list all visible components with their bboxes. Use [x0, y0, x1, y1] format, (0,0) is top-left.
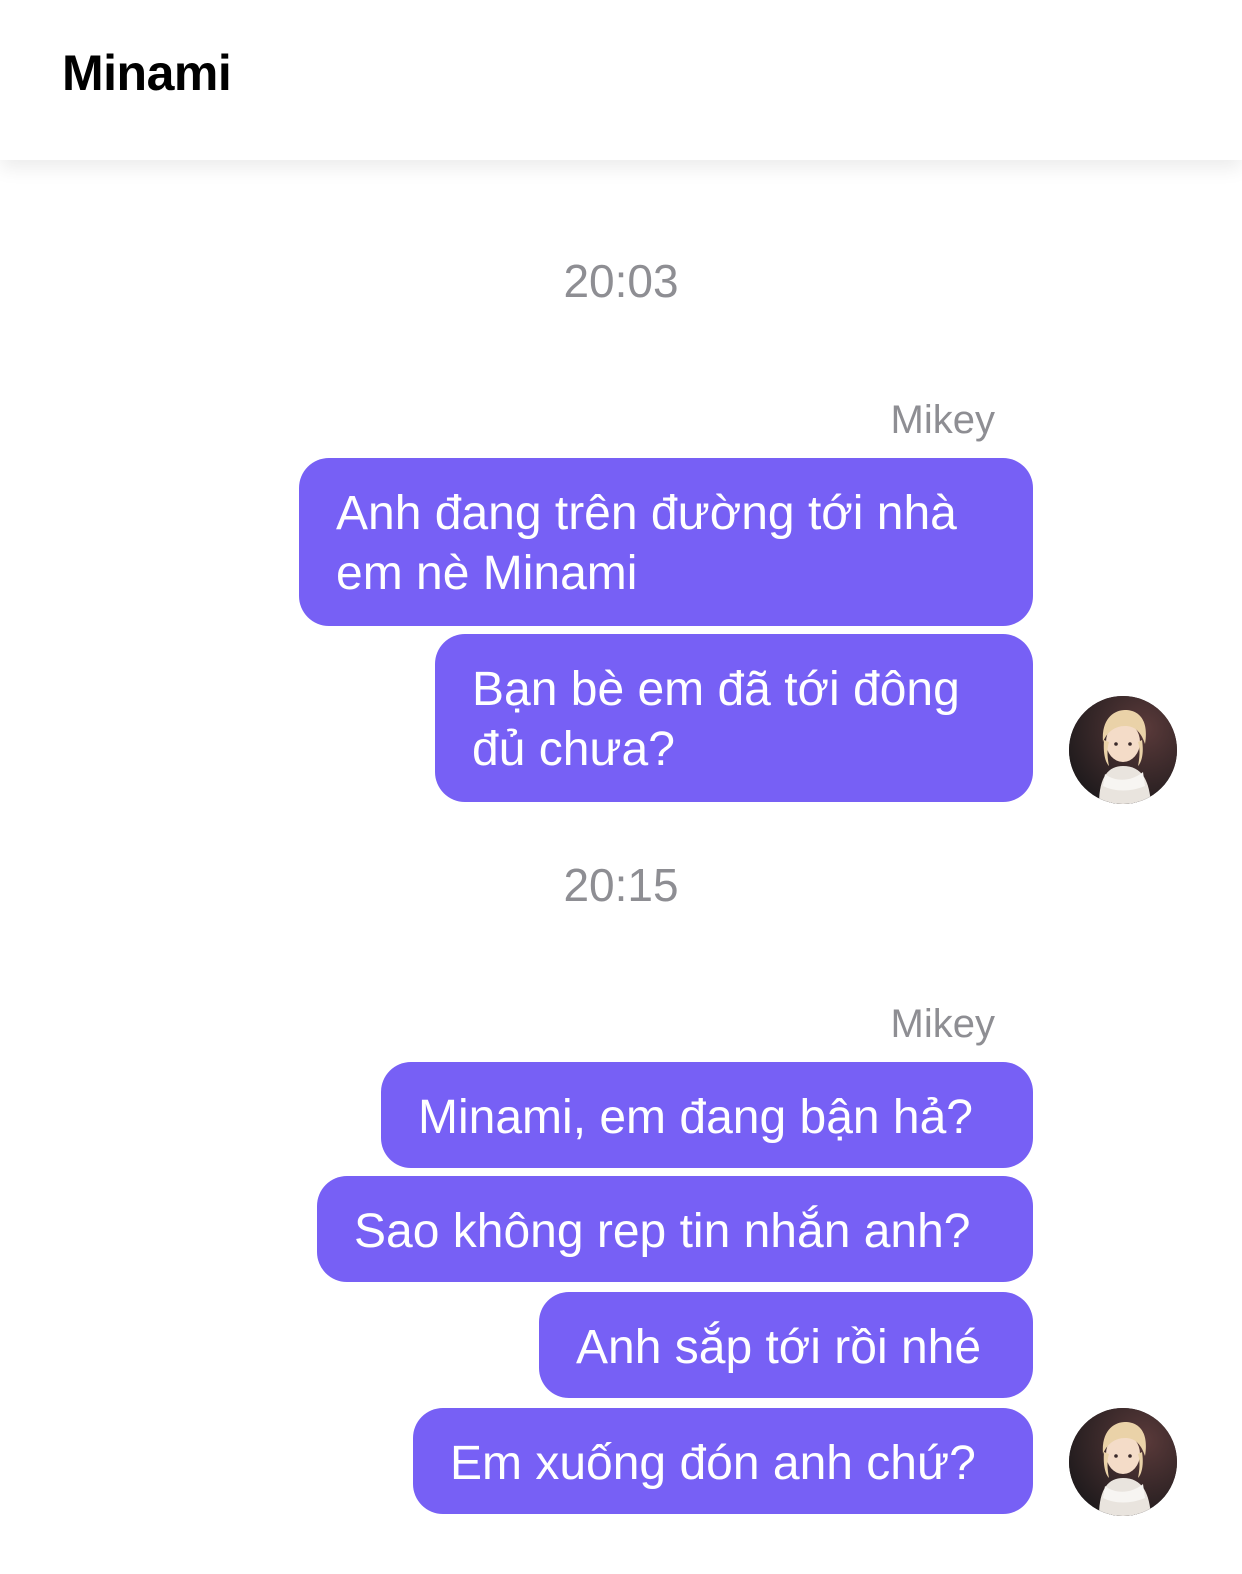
avatar-icon[interactable]	[1069, 696, 1177, 804]
message-text: Anh đang trên đường tới nhà em nè Minami	[336, 487, 957, 600]
message-text: Em xuống đón anh chứ?	[450, 1437, 976, 1490]
message-text: Minami, em đang bận hả?	[418, 1091, 973, 1144]
chat-title: Minami	[62, 45, 232, 101]
sender-name: Mikey	[890, 398, 995, 442]
timestamp: 20:03	[563, 255, 679, 307]
message-bubble[interactable]: Anh đang trên đường tới nhà em nè Minami	[299, 458, 1033, 626]
message-bubble[interactable]: Em xuống đón anh chứ?	[413, 1408, 1033, 1514]
message-bubble[interactable]: Anh sắp tới rồi nhé	[539, 1292, 1033, 1398]
message-text: Sao không rep tin nhắn anh?	[354, 1205, 971, 1258]
chat-header: Minami	[0, 0, 1242, 160]
message-text: Anh sắp tới rồi nhé	[576, 1321, 982, 1374]
timestamp: 20:15	[563, 859, 679, 911]
message-bubble[interactable]: Bạn bè em đã tới đông đủ chưa?	[435, 634, 1033, 802]
avatar-icon[interactable]	[1069, 1408, 1177, 1516]
sender-name: Mikey	[890, 1002, 995, 1046]
message-bubble[interactable]: Sao không rep tin nhắn anh?	[317, 1176, 1033, 1282]
message-text: Bạn bè em đã tới đông đủ chưa?	[472, 663, 960, 776]
message-bubble[interactable]: Minami, em đang bận hả?	[381, 1062, 1033, 1168]
